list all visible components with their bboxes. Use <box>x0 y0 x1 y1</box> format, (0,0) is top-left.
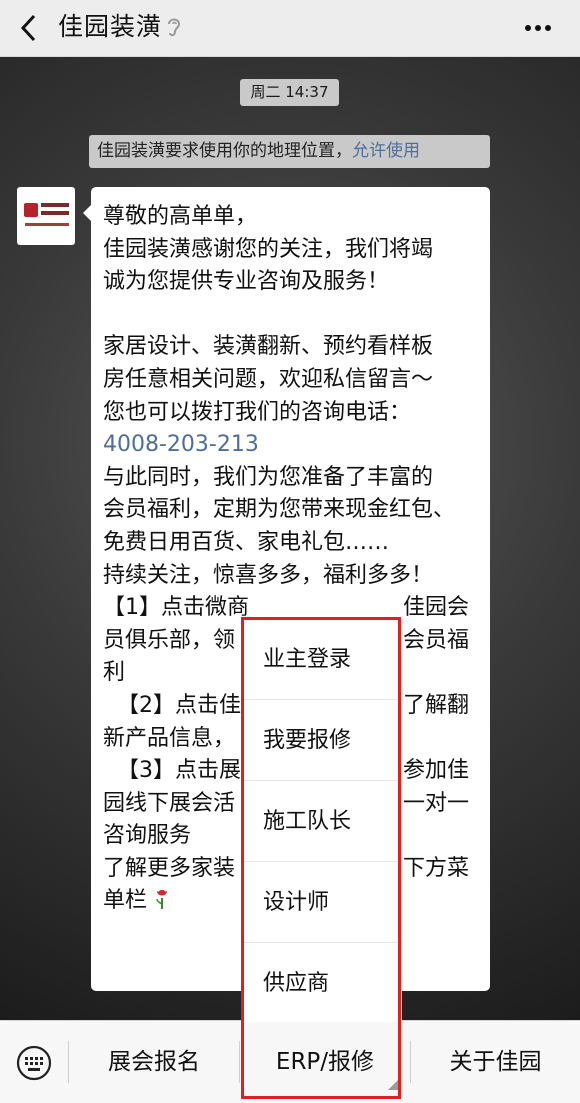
message-fragment-right: 会员福 <box>403 627 470 653</box>
message-line: 会员福利，定期为您带来现金红包、 <box>103 497 456 523</box>
message-fragment: 【3】点击展 <box>103 758 241 784</box>
message-fragment: 园线下展会活 <box>103 790 236 816</box>
chat-title: 佳园装潢 <box>58 12 163 41</box>
message-line: 房任意相关问题，欢迎私信留言～ <box>103 366 434 392</box>
flower-icon <box>156 890 168 910</box>
message-timestamp: 周二 14:37 <box>240 79 339 106</box>
submenu-supplier[interactable]: 供应商 <box>243 943 402 1024</box>
message-fragment: 了解更多家装 <box>103 855 236 881</box>
submenu-owner-login[interactable]: 业主登录 <box>243 619 402 700</box>
submenu-indicator-icon <box>388 1080 398 1090</box>
message-line: 与此同时，我们为您准备了丰富的 <box>103 464 434 490</box>
top-bar: 佳园装潢 <box>0 0 580 57</box>
submenu-designer[interactable]: 设计师 <box>243 862 402 943</box>
message-fragment-right: 下方菜 <box>403 855 470 881</box>
more-icon[interactable] <box>524 24 552 32</box>
logo-mark-icon <box>41 203 69 207</box>
erp-submenu: 业主登录 我要报修 施工队长 设计师 供应商 <box>243 619 402 1022</box>
avatar[interactable] <box>17 187 75 245</box>
back-icon[interactable] <box>18 13 40 43</box>
message-line: 佳园装潢感谢您的关注，我们将竭 <box>103 236 434 262</box>
phone-link[interactable]: 4008-203-213 <box>103 429 487 462</box>
location-permission-note: 佳园装潢要求使用你的地理位置，允许使用 <box>89 135 490 168</box>
message-fragment-right: 一对一 <box>403 790 470 816</box>
logo-mark-icon <box>25 223 69 226</box>
message-fragment: 【1】点击微商 <box>103 595 249 621</box>
message-fragment-right: 佳园会 <box>403 595 470 621</box>
submenu-repair-request[interactable]: 我要报修 <box>243 700 402 781</box>
message-fragment: 员俱乐部，领 <box>103 627 236 653</box>
location-permission-text: 佳园装潢要求使用你的地理位置， <box>97 141 352 161</box>
message-fragment-right: 了解翻 <box>403 692 470 718</box>
message-line: 您也可以拨打我们的咨询电话： <box>103 399 412 425</box>
message-fragment-right: 参加佳 <box>403 758 470 784</box>
message-fragment: 【2】点击佳 <box>103 692 241 718</box>
menu-about[interactable]: 关于佳园 <box>411 1021 580 1103</box>
keyboard-icon[interactable] <box>16 1045 52 1081</box>
menu-erp-repair[interactable]: ERP/报修 <box>240 1021 410 1103</box>
logo-mark-icon <box>41 211 69 215</box>
message-line: 诚为您提供专业咨询及服务！ <box>103 269 390 295</box>
message-line: 持续关注，惊喜多多，福利多多！ <box>103 562 434 588</box>
message-fragment: 单栏 <box>103 888 148 914</box>
allow-location-link[interactable]: 允许使用 <box>352 141 420 161</box>
logo-seal-icon <box>24 203 38 217</box>
message-line: 尊敬的高单单， <box>103 204 258 229</box>
bottom-menu-bar: 展会报名 ERP/报修 关于佳园 <box>0 1020 580 1103</box>
ear-icon <box>168 18 181 37</box>
message-line: 免费日用百货、家电礼包…… <box>103 529 390 555</box>
menu-expo-signup[interactable]: 展会报名 <box>69 1021 239 1103</box>
submenu-crew-leader[interactable]: 施工队长 <box>243 781 402 862</box>
message-line: 家居设计、装潢翻新、预约看样板 <box>103 334 434 360</box>
